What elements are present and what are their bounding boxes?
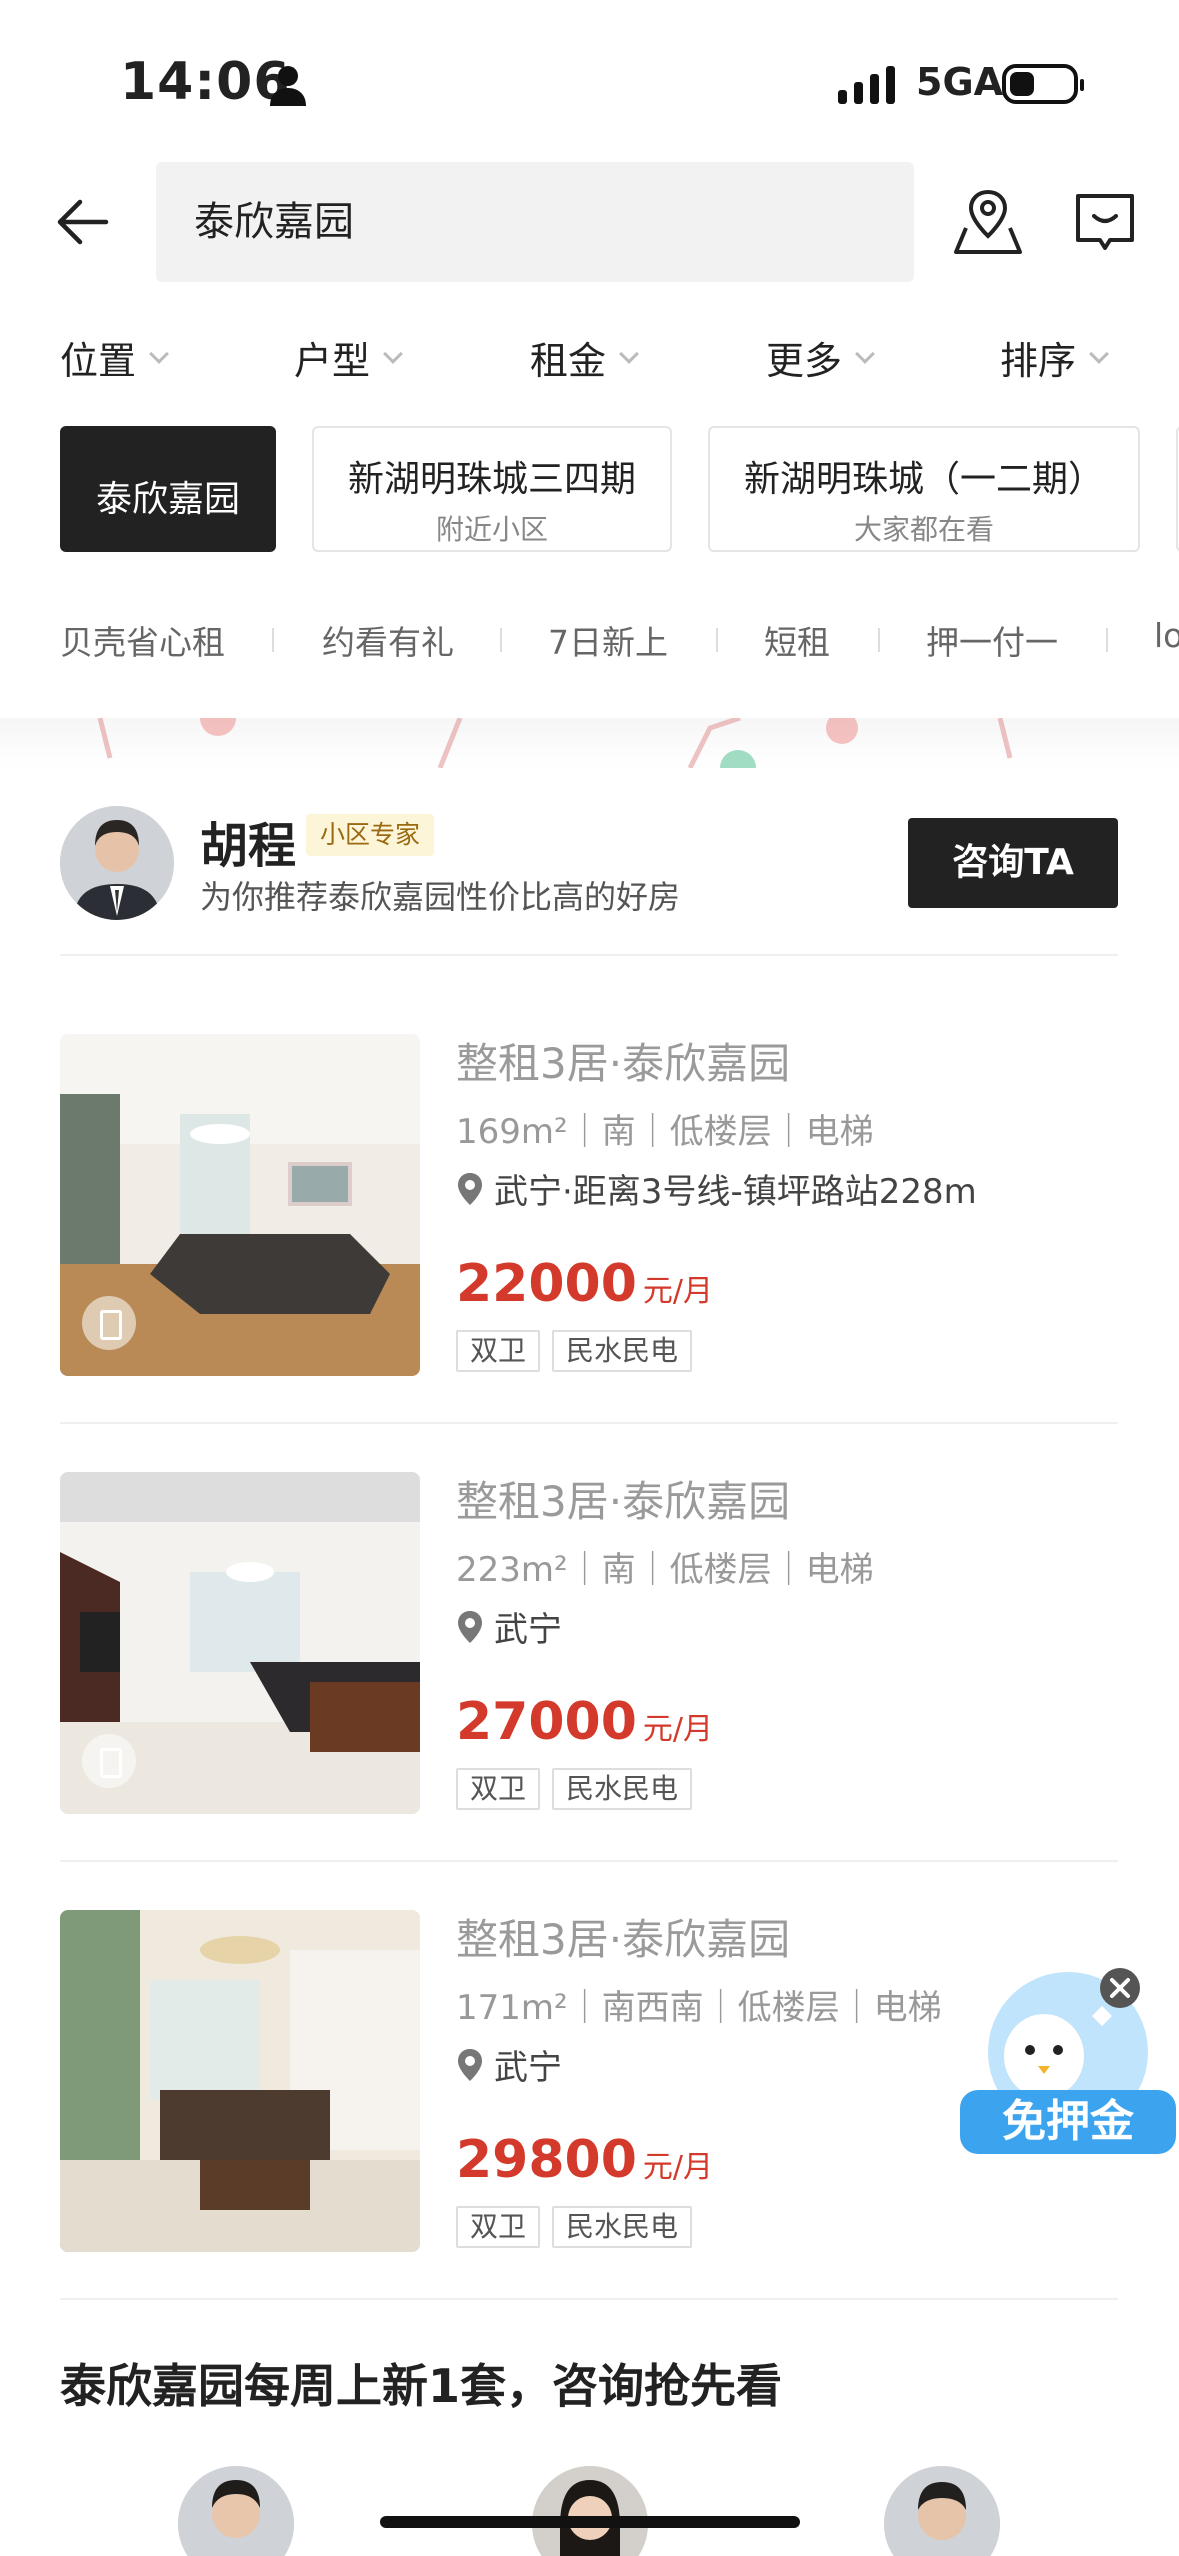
map-background (0, 718, 1179, 768)
listing-price: 29800 元/月 (456, 2130, 713, 2190)
listing-tag: 民水民电 (552, 2206, 693, 2248)
chip-title: 新湖明珠城三四期 (347, 459, 636, 500)
divider (716, 628, 718, 652)
quick-tag[interactable]: 贝壳省心租 (60, 616, 225, 664)
filter-sort[interactable]: 排序 (1000, 330, 1109, 385)
listing-location: 武宁 (456, 2040, 562, 2089)
search-input[interactable]: 泰欣嘉园 (156, 162, 914, 282)
agent-badge: 小区专家 (306, 814, 435, 856)
deposit-free-promo[interactable]: 免押金 (960, 1966, 1176, 2168)
quick-tag[interactable]: 7日新上 (548, 616, 668, 664)
location-pin-icon (458, 1172, 482, 1205)
chevron-down-icon (1089, 343, 1109, 364)
weekly-new-heading: 泰欣嘉园每周上新1套，咨询抢先看 (60, 2359, 783, 2413)
location-text: 武宁 (494, 1610, 562, 1650)
listing-photo[interactable] (60, 1034, 420, 1376)
agent-avatar[interactable] (884, 2466, 1000, 2556)
message-icon[interactable] (1074, 192, 1136, 254)
quick-tag[interactable]: 约看有礼 (322, 616, 454, 664)
status-bar: 14:06 5GA (0, 0, 1179, 150)
status-time: 14:06 (120, 52, 291, 112)
listing-price: 22000 元/月 (456, 1254, 713, 1314)
quick-tag[interactable]: 短租 (764, 616, 830, 664)
listing-title: 整租3居·泰欣嘉园 (456, 1915, 791, 1964)
listing-price: 27000 元/月 (456, 1692, 713, 1752)
listing-tag: 双卫 (456, 1768, 541, 1810)
price-unit: 元/月 (642, 2150, 714, 2185)
location-text: 武宁·距离3号线-镇坪路站228m (494, 1172, 977, 1212)
battery-icon (1002, 64, 1084, 104)
agent-subtitle: 为你推荐泰欣嘉园性价比高的好房 (200, 878, 681, 916)
chip-community[interactable]: 新湖明珠城三四期 附近小区 (312, 426, 672, 552)
listing-tag: 民水民电 (552, 1330, 693, 1372)
chip-title: 新湖明珠城（一二期） (743, 459, 1104, 500)
location-text: 武宁 (494, 2048, 562, 2088)
divider (60, 1860, 1118, 1862)
filter-rent[interactable]: 租金 (530, 330, 639, 385)
consult-button[interactable]: 咨询TA (908, 818, 1118, 908)
listing-title: 整租3居·泰欣嘉园 (456, 1477, 791, 1526)
divider (272, 628, 274, 652)
divider (60, 1422, 1118, 1424)
chip-community[interactable]: 新湖明珠城（一二期） 大家都在看 (708, 426, 1140, 552)
promo-label: 免押金 (1002, 2096, 1134, 2147)
agent-avatar[interactable] (60, 806, 174, 920)
listing-meta: 223m²｜南｜低楼层｜电梯 (456, 1550, 874, 1590)
listing-tag: 双卫 (456, 2206, 541, 2248)
vr-tour-icon[interactable] (82, 1296, 136, 1350)
filter-bar: 位置 户型 租金 更多 排序 (0, 330, 1179, 390)
cellular-signal-icon (838, 66, 895, 104)
quick-tag-row: 贝壳省心租 约看有礼 7日新上 短租 押一付一 lo (0, 616, 1179, 666)
price-value: 22000 (456, 1254, 637, 1314)
location-pin-icon (458, 2048, 482, 2081)
listing-tag: 民水民电 (552, 1768, 693, 1810)
close-icon[interactable] (1098, 1966, 1142, 2010)
filter-label: 位置 (60, 339, 137, 383)
listing-title: 整租3居·泰欣嘉园 (456, 1039, 791, 1088)
divider (60, 954, 1118, 956)
quick-tag[interactable]: 押一付一 (926, 616, 1058, 664)
listing-photo[interactable] (60, 1472, 420, 1814)
filter-layout[interactable]: 户型 (294, 330, 403, 385)
location-pin-icon (458, 1610, 482, 1643)
chip-subtitle: 附近小区 (435, 513, 548, 546)
filter-label: 更多 (766, 339, 843, 383)
filter-label: 租金 (530, 339, 607, 383)
chevron-down-icon (855, 343, 875, 364)
back-arrow-icon[interactable] (52, 192, 112, 252)
chip-subtitle: 大家都在看 (853, 513, 994, 546)
divider (500, 628, 502, 652)
filter-location[interactable]: 位置 (60, 330, 169, 385)
price-unit: 元/月 (642, 1712, 714, 1747)
agent-avatar[interactable] (178, 2466, 294, 2556)
chevron-down-icon (383, 343, 403, 364)
quick-tag[interactable]: lo (1154, 616, 1179, 655)
vr-tour-icon[interactable] (82, 1734, 136, 1788)
chevron-down-icon (149, 343, 169, 364)
divider (60, 2298, 1118, 2300)
price-value: 29800 (456, 2130, 637, 2190)
filter-label: 排序 (1000, 339, 1077, 383)
user-icon (270, 66, 306, 106)
agent-name: 胡程 (200, 818, 297, 874)
listing-tag: 双卫 (456, 1330, 541, 1372)
listing-photo[interactable] (60, 1910, 420, 2252)
map-location-icon[interactable] (952, 186, 1024, 258)
filter-label: 户型 (294, 339, 371, 383)
network-type: 5GA (916, 60, 1004, 104)
divider (878, 628, 880, 652)
chip-community-active[interactable]: 泰欣嘉园 (60, 426, 276, 552)
listing-meta: 171m²｜南西南｜低楼层｜电梯 (456, 1988, 942, 2028)
chip-title: 泰欣嘉园 (95, 479, 240, 520)
listing-meta: 169m²｜南｜低楼层｜电梯 (456, 1112, 874, 1152)
price-unit: 元/月 (642, 1274, 714, 1309)
agent-avatar[interactable] (532, 2466, 648, 2556)
listing-location: 武宁 (456, 1602, 562, 1651)
chevron-down-icon (619, 343, 639, 364)
price-value: 27000 (456, 1692, 637, 1752)
listing-location: 武宁·距离3号线-镇坪路站228m (456, 1164, 977, 1213)
home-indicator[interactable] (380, 2516, 800, 2528)
divider (1106, 628, 1108, 652)
filter-more[interactable]: 更多 (766, 330, 875, 385)
